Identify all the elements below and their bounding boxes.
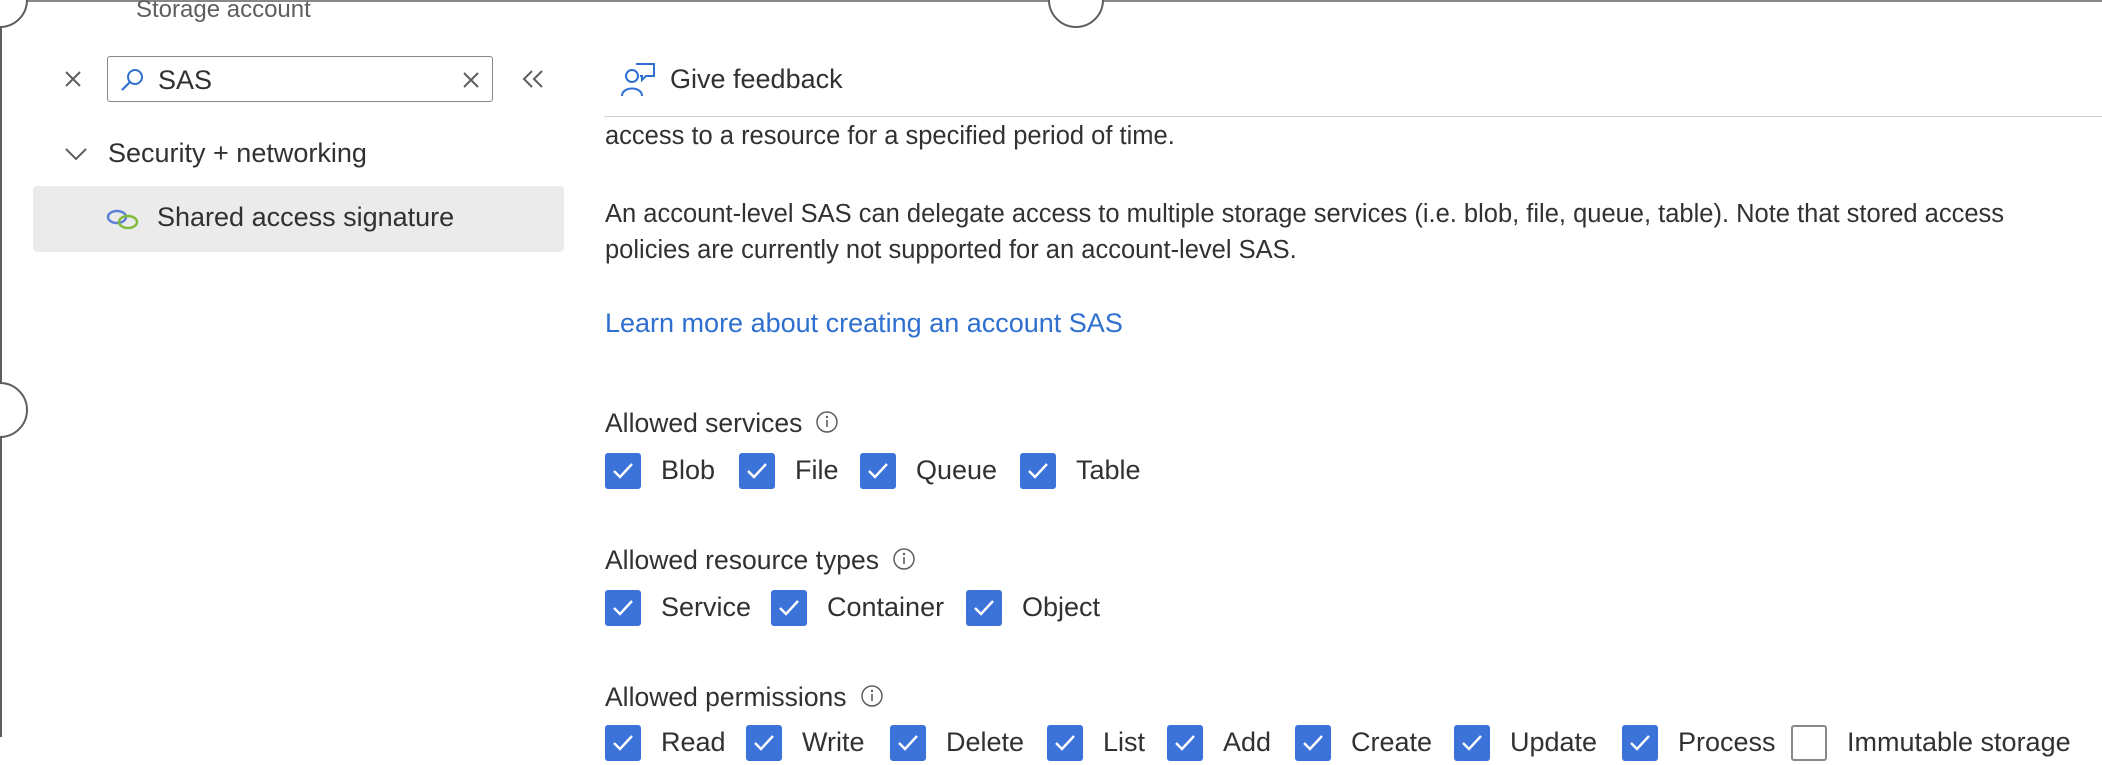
checkbox-box[interactable] <box>739 453 775 489</box>
checkbox-label: Add <box>1223 727 1272 757</box>
info-icon[interactable] <box>893 548 915 570</box>
checkbox-label: Update <box>1510 727 1598 757</box>
nav-group-security-networking[interactable]: Security + networking <box>60 134 560 178</box>
checkbox-box[interactable] <box>1622 725 1658 761</box>
checkbox-box[interactable] <box>1791 725 1827 761</box>
search-value[interactable]: SAS <box>158 65 212 96</box>
allowed-permissions-label: Allowed permissions <box>605 682 883 713</box>
checkbox-box[interactable] <box>1454 725 1490 761</box>
checkbox-label: Container <box>827 592 945 622</box>
checkbox-label: Read <box>661 727 726 757</box>
checkbox-box[interactable] <box>605 453 641 489</box>
checkbox-box[interactable] <box>966 590 1002 626</box>
allowed-resource-types-label: Allowed resource types <box>605 545 915 576</box>
close-search-button[interactable] <box>62 68 84 90</box>
sidebar-item-label: Shared access signature <box>157 202 455 232</box>
checkbox-label: Queue <box>916 455 998 485</box>
checkbox-box[interactable] <box>605 725 641 761</box>
checkbox-label: Blob <box>661 455 716 485</box>
chevron-down-icon <box>65 148 87 161</box>
feedback-person-icon <box>621 63 655 97</box>
checkbox-box[interactable] <box>1167 725 1203 761</box>
link-chain-icon <box>106 209 139 230</box>
checkbox-box[interactable] <box>1295 725 1331 761</box>
resize-handle-top[interactable] <box>1048 0 1104 28</box>
checkmark-icon <box>613 463 633 479</box>
checkbox-box[interactable] <box>605 590 641 626</box>
clear-icon[interactable] <box>460 69 482 91</box>
checkmark-icon <box>868 463 888 479</box>
resize-handle-top-left[interactable] <box>0 0 28 28</box>
checkmark-icon <box>613 600 633 616</box>
checkbox-box[interactable] <box>890 725 926 761</box>
collapse-sidebar-button[interactable] <box>520 68 546 90</box>
sidebar-item-shared-access-signature[interactable]: Shared access signature <box>33 186 564 252</box>
checkbox-label: Delete <box>946 727 1025 757</box>
window-subtitle: Storage account <box>136 0 311 23</box>
learn-more-link[interactable]: Learn more about creating an account SAS <box>605 308 1123 339</box>
search-input[interactable]: SAS <box>107 56 493 102</box>
checkbox-label: Immutable storage <box>1847 727 2071 757</box>
checkbox-box[interactable] <box>1047 725 1083 761</box>
checkbox-label: Create <box>1351 727 1433 757</box>
double-chevron-left-icon <box>522 70 543 88</box>
resize-handle-left[interactable] <box>0 382 28 438</box>
checkbox-label: Write <box>802 727 865 757</box>
info-icon[interactable] <box>816 411 839 433</box>
allowed-permissions-label-text: Allowed permissions <box>605 682 847 712</box>
toolbar-divider <box>604 116 2102 117</box>
checkbox-label: List <box>1103 727 1146 757</box>
checkbox-label: Object <box>1022 592 1101 622</box>
allowed-services-label: Allowed services <box>605 408 839 439</box>
checkbox-label: File <box>795 455 839 485</box>
checkbox-box[interactable] <box>771 590 807 626</box>
give-feedback-label: Give feedback <box>670 64 843 94</box>
nav-group-label: Security + networking <box>108 138 367 168</box>
checkbox-box[interactable] <box>1020 453 1056 489</box>
checkbox-box[interactable] <box>746 725 782 761</box>
checkbox-label: Table <box>1076 455 1141 485</box>
checkbox-box[interactable] <box>860 453 896 489</box>
checkbox-label: Service <box>661 592 752 622</box>
close-icon <box>65 71 81 87</box>
allowed-services-label-text: Allowed services <box>605 408 803 438</box>
checkmark-icon <box>779 600 799 616</box>
window-left-border <box>0 0 2 737</box>
checkbox-label: Process <box>1678 727 1776 757</box>
account-sas-description: An account-level SAS can delegate access… <box>605 200 2005 264</box>
checkmark-icon <box>747 463 767 479</box>
checkmark-icon <box>974 600 994 616</box>
info-icon[interactable] <box>860 685 883 707</box>
allowed-resource-types-label-text: Allowed resource types <box>605 545 879 575</box>
intro-paragraph-tail: access to a resource for a specified per… <box>605 122 1175 150</box>
checkmark-icon <box>1028 463 1048 479</box>
search-icon <box>121 69 143 91</box>
